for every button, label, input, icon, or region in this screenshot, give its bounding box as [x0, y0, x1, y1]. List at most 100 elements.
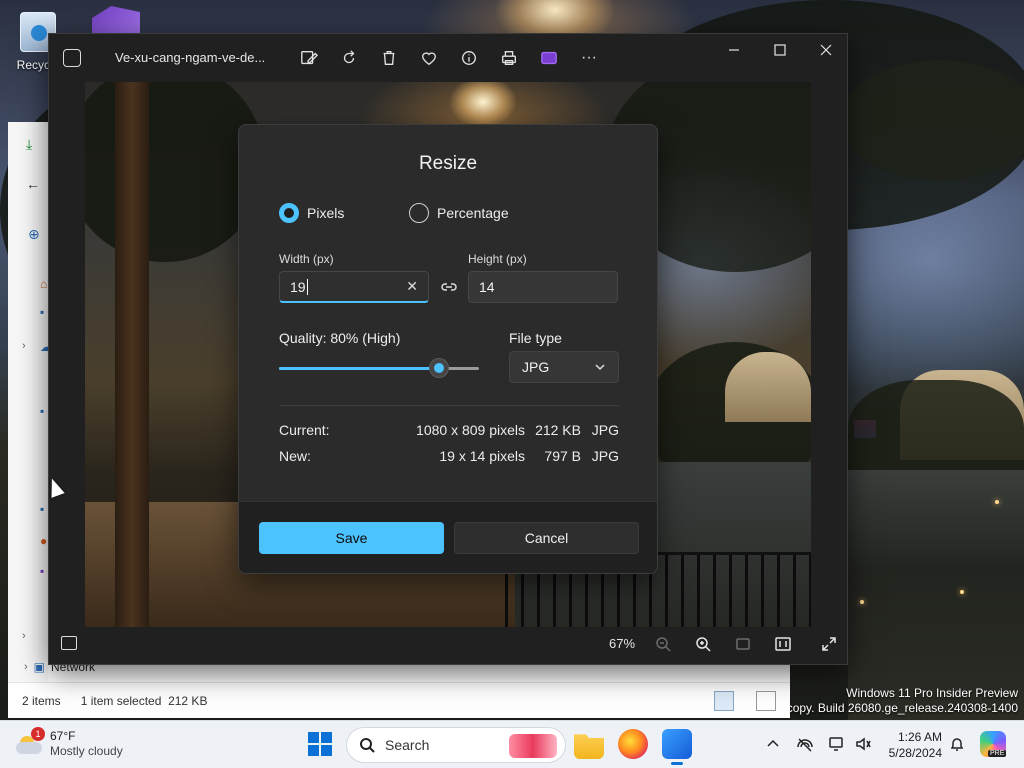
quality-label: Quality: 80% (High): [279, 330, 401, 346]
new-dimensions: 19 x 14 pixels: [439, 448, 525, 464]
taskbar-search[interactable]: Search: [346, 727, 566, 763]
search-icon: [360, 738, 375, 753]
fullscreen-icon[interactable]: [819, 634, 839, 654]
maximize-button[interactable]: [757, 34, 803, 66]
filetype-selected: JPG: [522, 359, 550, 375]
radio-percentage[interactable]: Percentage: [409, 203, 509, 223]
wallpaper-river: [848, 470, 1024, 720]
firefox-taskbar-icon[interactable]: [618, 729, 648, 759]
network-icon: ▣: [33, 660, 46, 674]
start-button[interactable]: [308, 732, 332, 756]
quality-slider[interactable]: [279, 359, 479, 377]
photo-toolbar: ···: [297, 46, 601, 70]
radio-pixels-label: Pixels: [307, 205, 345, 221]
actual-size-icon[interactable]: [773, 634, 793, 654]
explorer-status-bar: 2 items 1 item selected 212 KB: [8, 682, 790, 718]
filmstrip-icon[interactable]: [61, 636, 77, 650]
link-aspect-ratio-icon[interactable]: [440, 278, 458, 296]
taskbar: 67°F Mostly cloudy Search 1:26 AM 5/28/2…: [0, 720, 1024, 768]
explorer-nav-strip: ⤓ ← ⊕ ⌂ ▪ › ☁ ▪ ▪ ● ▪ ›: [8, 122, 52, 682]
height-value: 14: [479, 279, 495, 295]
width-input[interactable]: 19 ✕: [279, 271, 429, 303]
volume-icon[interactable]: [854, 735, 872, 753]
search-highlight-image: [509, 734, 557, 758]
print-icon[interactable]: [497, 46, 521, 70]
rotate-icon[interactable]: [337, 46, 361, 70]
current-dimensions: 1080 x 809 pixels: [416, 422, 525, 438]
photo-tree-trunk: [115, 82, 149, 627]
slider-fill: [279, 367, 439, 370]
favorite-icon[interactable]: [417, 46, 441, 70]
text-caret: [306, 278, 308, 295]
details-view-button[interactable]: [714, 690, 734, 711]
clipchamp-icon[interactable]: [537, 46, 561, 70]
photo-building: [725, 352, 811, 422]
radio-pixels[interactable]: Pixels: [279, 203, 344, 223]
current-label: Current:: [279, 422, 330, 438]
divider: [279, 405, 619, 406]
tiles-view-button[interactable]: [756, 690, 776, 711]
dialog-footer: Save Cancel: [239, 501, 657, 573]
system-clock[interactable]: 1:26 AM 5/28/2024: [880, 729, 942, 761]
wallpaper-light: [995, 500, 999, 504]
clear-input-icon[interactable]: ✕: [406, 278, 418, 295]
windows-watermark-line2: on copy. Build 26080.ge_release.240308-1…: [770, 701, 1018, 715]
network-disconnected-icon[interactable]: [796, 735, 814, 753]
wallpaper-light: [860, 600, 864, 604]
resize-dialog: Resize Pixels Percentage Width (px) 19 ✕…: [238, 124, 658, 574]
radio-indicator-checked: [279, 203, 299, 223]
download-icon[interactable]: ⤓: [26, 136, 40, 152]
close-button[interactable]: [803, 34, 849, 66]
back-arrow-icon[interactable]: ←: [26, 176, 40, 192]
file-explorer-taskbar-icon[interactable]: [574, 734, 604, 759]
save-button[interactable]: Save: [259, 522, 444, 554]
notification-bell-icon[interactable]: [948, 735, 966, 753]
edit-icon[interactable]: [297, 46, 321, 70]
info-icon[interactable]: [457, 46, 481, 70]
photos-title-bar: Ve-xu-cang-ngam-ve-de... ···: [49, 34, 849, 82]
window-caption-buttons: [711, 34, 849, 66]
photos-bottom-bar: 67%: [49, 624, 849, 664]
height-label: Height (px): [468, 252, 527, 266]
photo-filename: Ve-xu-cang-ngam-ve-de...: [115, 50, 266, 65]
zoom-in-icon[interactable]: [693, 634, 713, 654]
clock-date: 5/28/2024: [888, 746, 942, 760]
status-item-count: 2 items: [22, 693, 61, 708]
status-selected: 1 item selected: [80, 693, 162, 708]
cancel-button[interactable]: Cancel: [454, 522, 639, 554]
filetype-dropdown[interactable]: JPG: [509, 351, 619, 383]
width-label: Width (px): [279, 252, 334, 266]
width-value: 19: [290, 278, 306, 295]
dialog-title: Resize: [418, 153, 478, 174]
new-type: JPG: [591, 448, 619, 464]
windows-watermark-line1: Windows 11 Pro Insider Preview: [846, 686, 1018, 700]
new-size: 797 B: [544, 448, 581, 464]
photos-app-icon: [63, 49, 81, 67]
minimize-button[interactable]: [711, 34, 757, 66]
radio-percentage-label: Percentage: [437, 205, 509, 221]
expand-chevron-icon[interactable]: ›: [22, 630, 36, 644]
search-placeholder: Search: [385, 737, 430, 753]
show-hidden-icons-chevron-icon[interactable]: [764, 735, 782, 753]
copilot-preview-badge: PRE: [988, 750, 1007, 757]
slider-thumb[interactable]: [430, 359, 448, 377]
height-input[interactable]: 14: [468, 271, 618, 303]
fit-to-window-icon[interactable]: [733, 634, 753, 654]
weather-condition: Mostly cloudy: [50, 744, 123, 758]
filetype-label: File type: [509, 330, 562, 346]
expand-chevron-icon: ›: [24, 661, 28, 673]
more-options-icon[interactable]: ···: [577, 46, 601, 70]
radio-indicator: [409, 203, 429, 223]
chevron-down-icon: [595, 364, 605, 371]
new-icon[interactable]: ⊕: [28, 226, 42, 242]
photos-taskbar-icon[interactable]: [662, 729, 692, 765]
clock-time: 1:26 AM: [897, 730, 942, 744]
expand-chevron-icon[interactable]: ›: [22, 340, 36, 354]
new-label: New:: [279, 448, 311, 464]
zoom-level: 67%: [609, 636, 636, 651]
status-size: 212 KB: [168, 693, 208, 708]
weather-temperature: 67°F: [50, 729, 76, 743]
delete-icon[interactable]: [377, 46, 401, 70]
display-icon[interactable]: [828, 735, 846, 753]
zoom-out-icon[interactable]: [653, 634, 673, 654]
